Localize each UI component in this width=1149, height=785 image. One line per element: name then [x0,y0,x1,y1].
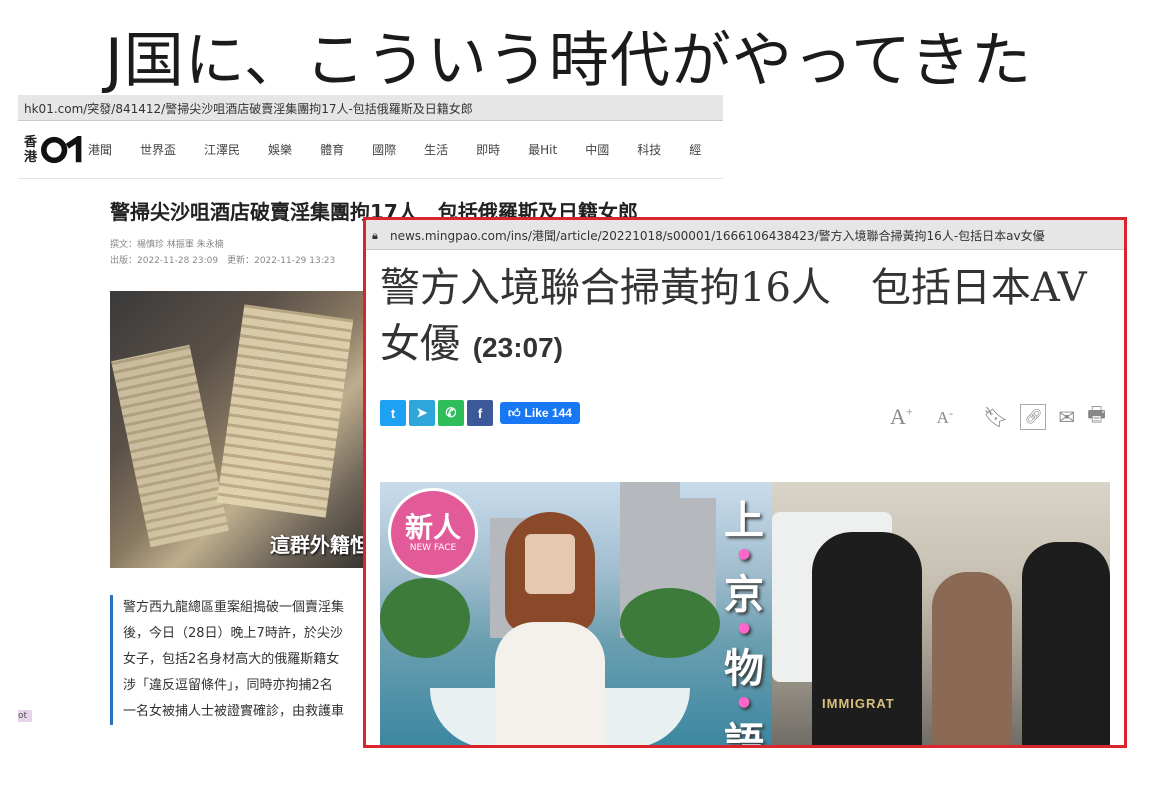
mingpao-article-title: 警方入境聯合掃黃拘16人 包括日本AV女優 (23:07) [380,260,1100,376]
mingpao-article-photo: 新人 NEW FACE 上 ● 京 ● 物 ● 語 IMMIGRAT [380,482,1110,748]
mingpao-screenshot: 🔒︎ news.mingpao.com/ins/港聞/article/20221… [363,217,1127,748]
facebook-icon[interactable]: f [467,400,493,426]
body-line: 涉「違反逗留條件」，同時亦拘捕2名 [123,678,333,693]
bookmark-icon[interactable]: 🔖︎ [983,405,1008,430]
telegram-icon[interactable]: ➤ [409,400,435,426]
hk01-author: 撰文：楊慎珍 林振軍 朱永楠 [110,240,224,250]
body-line: 警方西九龍總區重案組搗破一個賣淫集 [123,600,345,615]
photo-left-panel: 新人 NEW FACE 上 ● 京 ● 物 ● 語 [380,482,772,748]
whatsapp-icon[interactable]: ✆ [438,400,464,426]
nav-item[interactable]: 港聞 [88,141,112,158]
lock-icon: 🔒︎ [372,229,378,242]
hk01-article-photo: 這群外籍怛 [110,291,380,568]
mingpao-url-text: news.mingpao.com/ins/港聞/article/20221018… [390,229,1045,243]
hk01-logo[interactable]: 香 港 [18,135,88,165]
link-icon[interactable]: 🔗︎ [1020,404,1047,430]
nav-item[interactable]: 科技 [637,141,661,158]
nav-item[interactable]: 中國 [585,141,609,158]
hk01-address-bar[interactable]: hk01.com/突發/841412/警掃尖沙咀酒店破賣淫集團拘17人-包括俄羅… [18,95,723,121]
badge-main-text: 新人 [404,510,461,544]
hk01-navbar: 香 港 港聞 世界盃 江澤民 娛樂 體育 國際 生活 即時 最Hit 中國 科技… [18,121,723,179]
nav-item[interactable]: 生活 [424,141,448,158]
hk01-article-body: 警方西九龍總區重案組搗破一個賣淫集 後，今日（28日）晚上7時許，於尖沙 女子，… [110,595,380,725]
print-icon[interactable]: 🖶 [1087,400,1106,434]
nav-item[interactable]: 體育 [320,141,344,158]
slide: J国に、こういう時代がやってきた hk01.com/突發/841412/警掃尖沙… [0,0,1149,785]
vertical-title-text: 上 ● 京 ● 物 ● 語 [724,498,764,748]
edge-stub: ot [18,710,32,722]
thumbs-up-icon: 👍︎ [508,405,521,420]
nav-item[interactable]: 娛樂 [268,141,292,158]
nav-item[interactable]: 經 [689,141,701,158]
share-bar: t ➤ ✆ f 👍︎ Like 144 [380,400,580,426]
mingpao-article-time: (23:07) [472,332,563,363]
immigration-label: IMMIGRAT [822,696,895,711]
mingpao-address-bar[interactable]: 🔒︎ news.mingpao.com/ins/港聞/article/20221… [366,220,1124,250]
nav-item[interactable]: 即時 [476,141,500,158]
font-decrease-button[interactable]: A- [925,406,953,429]
nav-item[interactable]: 國際 [372,141,396,158]
body-line: 一名女被捕人士被證實確診，由救護車 [123,704,345,719]
body-line: 後，今日（28日）晚上7時許，於尖沙 [123,626,343,641]
article-tools: A+ A- 🔖︎ 🔗︎ ✉ 🖶 [866,400,1106,434]
twitter-icon[interactable]: t [380,400,406,426]
body-line: 女子，包括2名身材高大的俄羅斯籍女 [123,652,340,667]
nav-item[interactable]: 最Hit [528,141,557,158]
nav-item[interactable]: 江澤民 [204,141,240,158]
font-increase-button[interactable]: A+ [878,404,913,430]
hk01-photo-caption: 這群外籍怛 [270,533,370,557]
slide-headline: J国に、こういう時代がやってきた [105,26,1033,96]
badge-sub-text: NEW FACE [409,542,457,553]
hk01-dates: 出版：2022-11-28 23:09 更新：2022-11-29 13:23 [110,256,336,266]
nav-item[interactable]: 世界盃 [140,141,176,158]
new-face-badge: 新人 NEW FACE [388,488,478,578]
like-button[interactable]: 👍︎ Like 144 [500,402,580,424]
hk01-logo-text-bottom: 港 [24,149,38,165]
mail-icon[interactable]: ✉ [1058,405,1075,430]
hk01-logo-mark-icon [41,135,82,163]
like-label: Like 144 [524,406,572,420]
hk01-article-meta: 撰文：楊慎珍 林振軍 朱永楠 出版：2022-11-28 23:09 更新：20… [110,237,335,269]
hk01-logo-text-top: 香 [24,134,38,150]
photo-right-panel: IMMIGRAT [772,482,1110,745]
hk01-nav-items: 港聞 世界盃 江澤民 娛樂 體育 國際 生活 即時 最Hit 中國 科技 經 [88,141,723,158]
